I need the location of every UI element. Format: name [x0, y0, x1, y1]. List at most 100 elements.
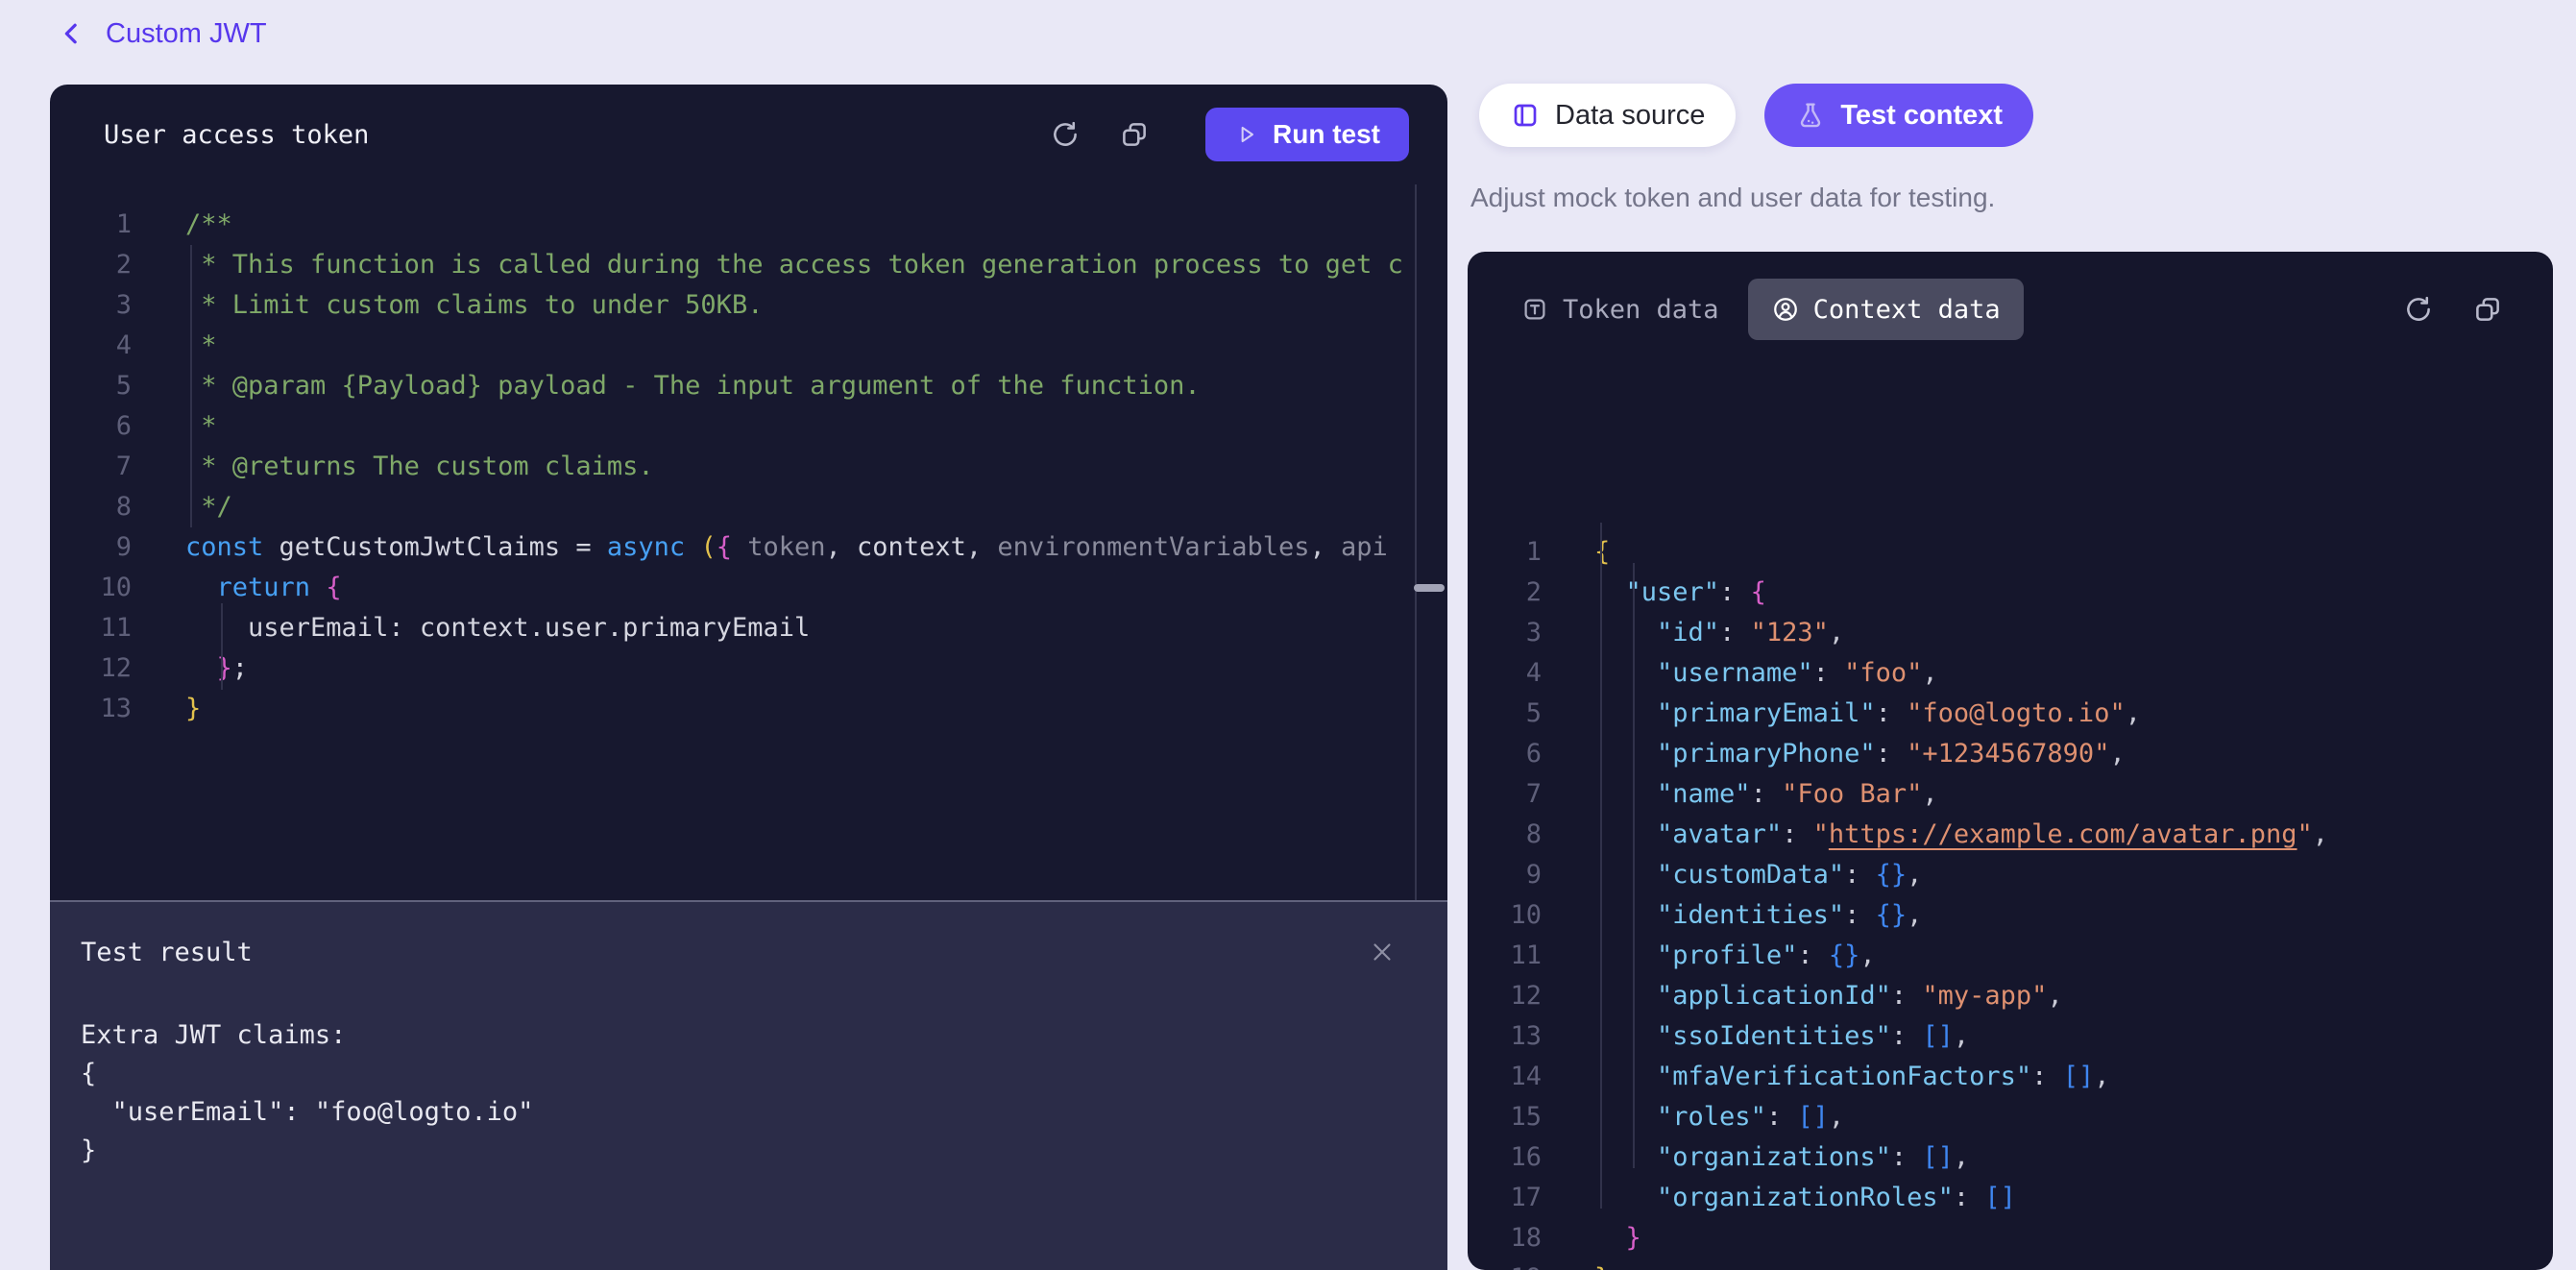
test-result-line: Extra JWT claims: — [81, 1016, 1447, 1055]
line-number: 9 — [50, 527, 132, 568]
code-line[interactable]: 6 * — [50, 406, 1447, 447]
back-link-label: Custom JWT — [106, 18, 267, 50]
code-line[interactable]: 1{ — [1468, 532, 2553, 573]
line-number: 12 — [1468, 976, 1542, 1016]
code-line[interactable]: 3 * Limit custom claims to under 50KB. — [50, 285, 1447, 326]
back-link[interactable]: Custom JWT — [58, 17, 267, 50]
code-line[interactable]: 17 "organizationRoles": [] — [1468, 1178, 2553, 1218]
code-line[interactable]: 9 "customData": {}, — [1468, 855, 2553, 895]
code-line[interactable]: 11 userEmail: context.user.primaryEmail — [50, 608, 1447, 648]
run-test-label: Run test — [1273, 119, 1380, 150]
line-number: 11 — [1468, 936, 1542, 976]
test-result-output: Extra JWT claims:{ "userEmail": "foo@log… — [50, 1016, 1447, 1170]
line-number: 6 — [1468, 734, 1542, 774]
code-line[interactable]: 2 "user": { — [1468, 573, 2553, 613]
user-circle-icon — [1771, 295, 1800, 324]
line-number: 5 — [1468, 694, 1542, 734]
code-editor[interactable]: 1/**2 * This function is called during t… — [50, 184, 1447, 920]
code-line[interactable]: 12 "applicationId": "my-app", — [1468, 976, 2553, 1016]
copy-icon[interactable] — [2470, 292, 2505, 327]
line-number: 1 — [50, 205, 132, 245]
code-line[interactable]: 5 "primaryEmail": "foo@logto.io", — [1468, 694, 2553, 734]
test-result-line: "userEmail": "foo@logto.io" — [81, 1093, 1447, 1132]
tab-data-source-label: Data source — [1555, 100, 1705, 132]
close-icon[interactable] — [1365, 935, 1399, 969]
code-line[interactable]: 18 } — [1468, 1218, 2553, 1258]
code-line[interactable]: 2 * This function is called during the a… — [50, 245, 1447, 285]
line-number: 13 — [50, 689, 132, 729]
line-number: 10 — [50, 568, 132, 608]
context-json-editor[interactable]: 1{2 "user": {3 "id": "123",4 "username":… — [1468, 367, 2553, 1270]
refresh-icon[interactable] — [2401, 292, 2436, 327]
code-line[interactable]: 7 * @returns The custom claims. — [50, 447, 1447, 487]
editor-title: User access token — [104, 120, 1048, 150]
layout-sidebar-icon — [1510, 100, 1541, 131]
line-number: 13 — [1468, 1016, 1542, 1057]
tab-context-data[interactable]: Context data — [1748, 279, 2024, 340]
line-number: 11 — [50, 608, 132, 648]
code-line[interactable]: 11 "profile": {}, — [1468, 936, 2553, 976]
line-number: 6 — [50, 406, 132, 447]
test-result-line: { — [81, 1055, 1447, 1093]
line-number: 14 — [1468, 1057, 1542, 1097]
line-number: 5 — [50, 366, 132, 406]
line-number: 7 — [1468, 774, 1542, 815]
tab-context-data-label: Context data — [1813, 295, 2001, 325]
context-caption: Adjust mock token and user data for test… — [1470, 183, 1995, 213]
code-line[interactable]: 4 "username": "foo", — [1468, 653, 2553, 694]
refresh-icon[interactable] — [1048, 117, 1082, 152]
line-number: 2 — [50, 245, 132, 285]
tab-token-data-label: Token data — [1563, 295, 1719, 325]
line-number: 3 — [1468, 613, 1542, 653]
tab-token-data[interactable]: Token data — [1520, 295, 1719, 325]
copy-icon[interactable] — [1117, 117, 1152, 152]
code-line[interactable]: 5 * @param {Payload} payload - The input… — [50, 366, 1447, 406]
test-result-panel: Test result Extra JWT claims:{ "userEmai… — [50, 900, 1447, 1270]
code-line[interactable]: 12 }; — [50, 648, 1447, 689]
token-data-icon — [1520, 295, 1549, 324]
scrollbar-track — [1415, 184, 1417, 900]
code-line[interactable]: 13 "ssoIdentities": [], — [1468, 1016, 2553, 1057]
code-line[interactable]: 19} — [1468, 1258, 2553, 1270]
indent-guide — [221, 603, 223, 690]
flask-icon — [1795, 100, 1826, 131]
code-line[interactable]: 10 "identities": {}, — [1468, 895, 2553, 936]
chevron-left-icon — [58, 17, 86, 50]
scrollbar-thumb[interactable] — [1414, 584, 1445, 592]
line-number: 8 — [1468, 815, 1542, 855]
run-test-button[interactable]: Run test — [1205, 108, 1409, 161]
line-number: 15 — [1468, 1097, 1542, 1137]
code-line[interactable]: 9const getCustomJwtClaims = async ({ tok… — [50, 527, 1447, 568]
code-line[interactable]: 4 * — [50, 326, 1447, 366]
code-line[interactable]: 14 "mfaVerificationFactors": [], — [1468, 1057, 2553, 1097]
code-line[interactable]: 8 */ — [50, 487, 1447, 527]
code-line[interactable]: 15 "roles": [], — [1468, 1097, 2553, 1137]
code-line[interactable]: 7 "name": "Foo Bar", — [1468, 774, 2553, 815]
line-number: 19 — [1468, 1258, 1542, 1270]
line-number: 7 — [50, 447, 132, 487]
code-line[interactable]: 13} — [50, 689, 1447, 729]
line-number: 17 — [1468, 1178, 1542, 1218]
line-number: 9 — [1468, 855, 1542, 895]
test-result-line: } — [81, 1132, 1447, 1170]
indent-guide — [1600, 523, 1602, 1209]
tab-data-source[interactable]: Data source — [1479, 84, 1736, 147]
line-number: 18 — [1468, 1218, 1542, 1258]
code-line[interactable]: 16 "organizations": [], — [1468, 1137, 2553, 1178]
jwt-editor-panel: User access token Run test 1/**2 * This … — [50, 85, 1447, 1270]
tab-test-context-label: Test context — [1840, 100, 2003, 132]
test-context-panel: Token data Context data 1{2 "user": {3 "… — [1468, 252, 2553, 1270]
line-number: 3 — [50, 285, 132, 326]
code-line[interactable]: 1/** — [50, 205, 1447, 245]
line-number: 16 — [1468, 1137, 1542, 1178]
code-line[interactable]: 6 "primaryPhone": "+1234567890", — [1468, 734, 2553, 774]
line-number: 2 — [1468, 573, 1542, 613]
line-number: 4 — [1468, 653, 1542, 694]
line-number: 12 — [50, 648, 132, 689]
code-line[interactable]: 3 "id": "123", — [1468, 613, 2553, 653]
line-number: 8 — [50, 487, 132, 527]
code-line[interactable]: 10 return { — [50, 568, 1447, 608]
tab-test-context[interactable]: Test context — [1764, 84, 2033, 147]
indent-guide — [1633, 563, 1635, 1168]
code-line[interactable]: 8 "avatar": "https://example.com/avatar.… — [1468, 815, 2553, 855]
